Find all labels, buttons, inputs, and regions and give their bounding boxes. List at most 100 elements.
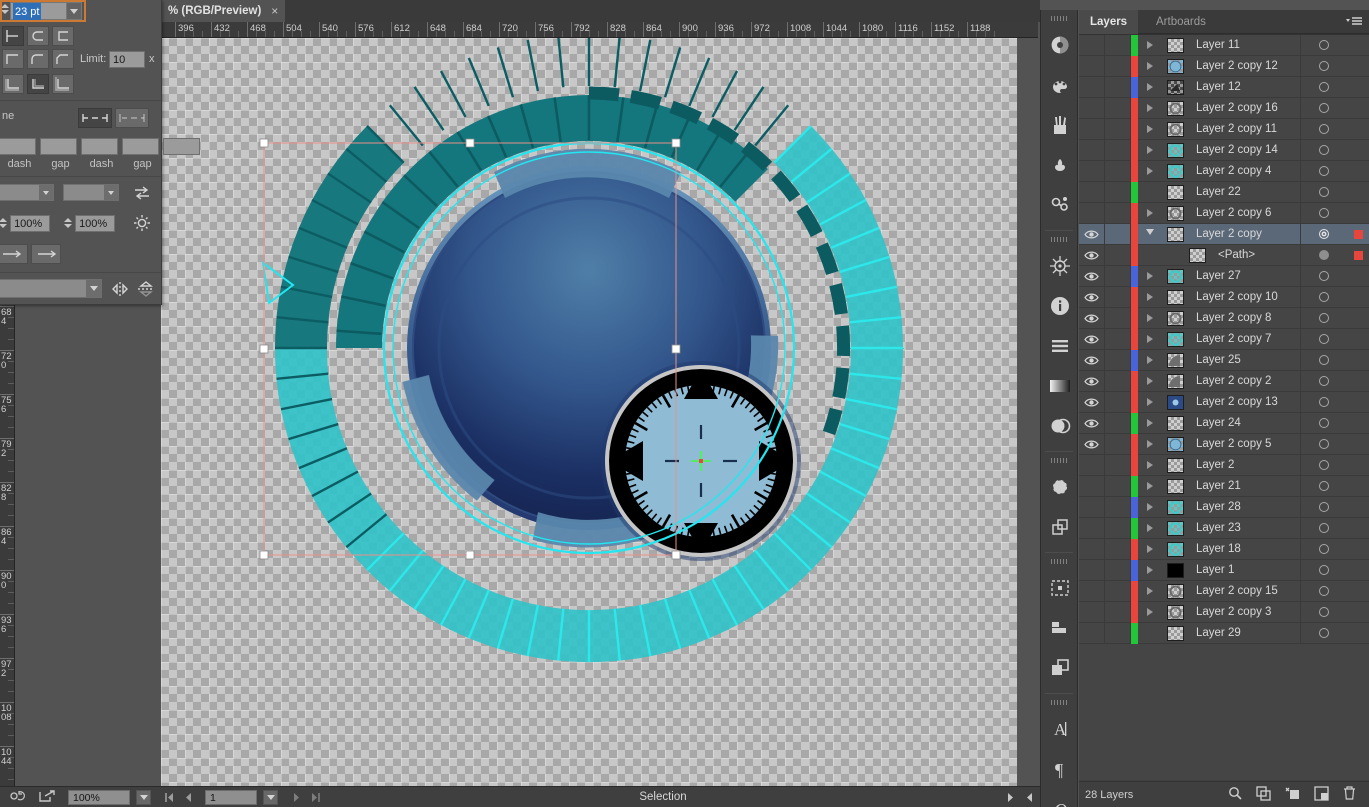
target-indicator[interactable] [1300,307,1347,329]
visibility-toggle[interactable] [1079,622,1105,644]
expand-toggle[interactable] [1138,476,1162,497]
expand-toggle[interactable] [1138,581,1162,602]
expand-toggle[interactable] [1138,434,1162,455]
target-indicator[interactable] [1300,391,1347,413]
layer-row[interactable]: Layer 2 copy 10 [1079,286,1369,308]
visibility-toggle[interactable] [1079,265,1105,287]
dock-grip-3[interactable] [1051,458,1067,463]
visibility-toggle[interactable] [1079,370,1105,392]
status-menu-arrow[interactable] [1004,790,1017,805]
target-indicator[interactable] [1300,35,1347,56]
layer-row[interactable]: Layer 24 [1079,412,1369,434]
layer-name-label[interactable]: Layer 22 [1188,186,1300,198]
layer-row[interactable]: <Path> [1079,244,1369,266]
target-indicator[interactable] [1300,622,1347,644]
lock-toggle[interactable] [1105,139,1131,161]
layer-name-label[interactable]: Layer 25 [1188,354,1300,366]
lock-toggle[interactable] [1105,622,1131,644]
target-indicator[interactable] [1300,349,1347,371]
scale-start-stepper[interactable] [0,216,7,234]
visibility-toggle[interactable] [1079,97,1105,119]
gap-field-0[interactable] [40,138,77,155]
gradient-icon[interactable] [1041,366,1079,406]
dock-grip-1[interactable] [1051,16,1067,21]
visibility-toggle[interactable] [1079,202,1105,224]
hud-radar-artwork[interactable] [161,38,1017,790]
link-scale-icon[interactable] [132,214,152,235]
dashes-preserve-button[interactable] [78,108,112,128]
tab-artboards[interactable]: Artboards [1145,10,1217,34]
visibility-toggle[interactable] [1079,286,1105,308]
miter-limit-input[interactable]: 10 [109,51,145,68]
info-icon[interactable] [1041,286,1079,326]
lock-toggle[interactable] [1105,559,1131,581]
layers-list[interactable]: Layer 11 Layer 2 copy 12 Layer 12 Layer 2 c… [1079,34,1369,780]
lock-toggle[interactable] [1105,391,1131,413]
delete-layer-icon[interactable] [1342,785,1357,804]
zoom-level-input[interactable]: 100% [68,789,130,805]
lock-toggle[interactable] [1105,55,1131,77]
layer-row[interactable]: Layer 2 copy 11 [1079,118,1369,140]
expand-toggle[interactable] [1138,455,1162,476]
expand-toggle[interactable] [1138,245,1162,266]
arrowhead-start-dropdown[interactable] [0,184,54,201]
lock-toggle[interactable] [1105,328,1131,350]
lock-toggle[interactable] [1105,97,1131,119]
layer-row[interactable]: Layer 18 [1079,538,1369,560]
layer-row[interactable]: Layer 2 copy 4 [1079,160,1369,182]
expand-toggle[interactable] [1138,119,1162,140]
visibility-toggle[interactable] [1079,538,1105,560]
expand-toggle[interactable] [1138,371,1162,392]
target-indicator[interactable] [1300,202,1347,224]
lock-toggle[interactable] [1105,307,1131,329]
expand-toggle[interactable] [1138,413,1162,434]
share-icon[interactable] [38,789,56,806]
visibility-toggle[interactable] [1079,517,1105,539]
layer-row[interactable]: Layer 23 [1079,517,1369,539]
align-dash-start-button[interactable] [0,244,28,264]
target-indicator[interactable] [1300,244,1347,266]
layer-row[interactable]: Layer 28 [1079,496,1369,518]
page-number-dropdown[interactable] [263,789,278,805]
target-indicator[interactable] [1300,538,1347,560]
target-indicator[interactable] [1300,328,1347,350]
expand-toggle[interactable] [1138,161,1162,182]
align-stroke-outside-button[interactable] [52,74,75,94]
projecting-cap-button[interactable] [52,26,75,46]
layer-row[interactable]: Layer 11 [1079,35,1369,56]
layer-row[interactable]: Layer 22 [1079,181,1369,203]
visibility-toggle[interactable] [1079,55,1105,77]
layer-row[interactable]: Layer 2 copy 16 [1079,97,1369,119]
lock-toggle[interactable] [1105,160,1131,182]
target-indicator[interactable] [1300,118,1347,140]
layer-name-label[interactable]: Layer 2 copy 3 [1188,606,1300,618]
lock-toggle[interactable] [1105,601,1131,623]
layer-name-label[interactable]: Layer 2 copy 2 [1188,375,1300,387]
lock-toggle[interactable] [1105,370,1131,392]
expand-toggle[interactable] [1138,140,1162,161]
scale-start-input[interactable]: 100% [10,214,51,232]
target-indicator[interactable] [1300,370,1347,392]
lock-toggle[interactable] [1105,76,1131,98]
lock-toggle[interactable] [1105,496,1131,518]
document-tab[interactable]: % (RGB/Preview) × [160,0,286,22]
dash-field-1[interactable] [81,138,118,155]
lock-toggle[interactable] [1105,118,1131,140]
symbols-icon[interactable] [1041,145,1079,185]
layer-name-label[interactable]: Layer 2 copy 8 [1188,312,1300,324]
target-indicator[interactable] [1300,580,1347,602]
visibility-toggle[interactable] [1079,181,1105,203]
layer-row[interactable]: Layer 2 copy 3 [1079,601,1369,623]
expand-toggle[interactable] [1138,56,1162,77]
target-indicator[interactable] [1300,286,1347,308]
target-indicator[interactable] [1300,601,1347,623]
opentype-icon[interactable]: O [1041,789,1079,807]
align-icon[interactable] [1041,326,1079,366]
layer-row[interactable]: Layer 2 copy 14 [1079,139,1369,161]
vertical-ruler[interactable]: 684 720 756 792 828 864 900 936 972 1008 1044 [0,300,15,790]
next-page-icon[interactable] [290,790,303,805]
expand-toggle[interactable] [1138,539,1162,560]
layer-row[interactable]: Layer 2 copy 2 [1079,370,1369,392]
dash-field-0[interactable] [0,138,36,155]
close-icon[interactable]: × [271,0,278,22]
